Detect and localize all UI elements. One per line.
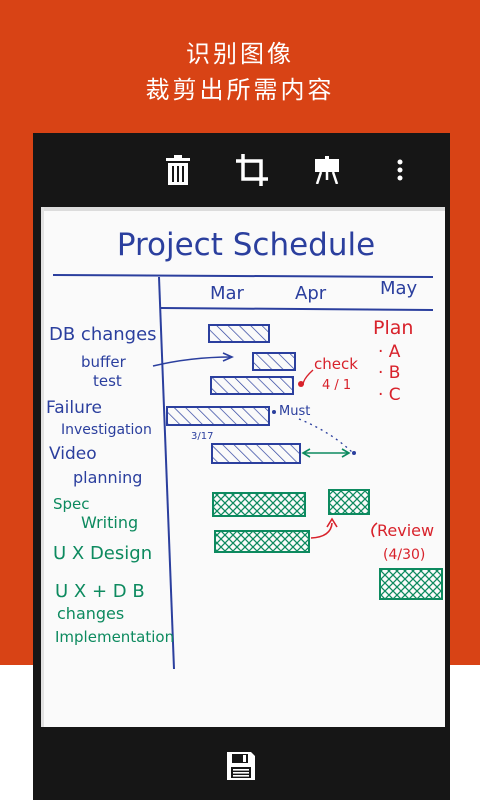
headline-line1: 识别图像: [186, 40, 294, 68]
easel-icon: [315, 156, 339, 184]
task-video: Video: [49, 444, 97, 464]
note-review: Review: [377, 521, 434, 540]
task-planning: planning: [73, 468, 142, 487]
month-may: May: [380, 278, 418, 299]
task-test: test: [93, 372, 122, 390]
bar-ux-db-implementation: [379, 568, 443, 600]
board-top-edge: [41, 207, 445, 211]
month-mar: Mar: [210, 283, 245, 304]
whiteboard-image: Project Schedule Mar Apr May DB changes …: [41, 207, 445, 727]
phone-screen: Project Schedule Mar Apr May DB changes …: [33, 133, 450, 800]
note-review-date: (4/30): [383, 547, 425, 563]
more-vert-icon: [397, 159, 403, 181]
save-icon: [227, 752, 255, 780]
month-apr: Apr: [295, 283, 327, 304]
task-buffer: buffer: [81, 353, 127, 371]
plan-item-c: · C: [378, 385, 401, 405]
bar-spec-writing: [212, 492, 306, 517]
task-db-changes: DB changes: [49, 324, 157, 345]
task-writing: Writing: [81, 513, 138, 532]
task-spec: Spec: [53, 495, 90, 513]
task-ux-design: U X Design: [53, 543, 152, 564]
bottom-bar: [33, 727, 450, 800]
headline-line2: 裁剪出所需内容: [145, 76, 335, 104]
bar-spec-review: [328, 489, 370, 515]
note-check-date: 4 / 1: [322, 378, 351, 393]
task-changes: changes: [57, 604, 124, 623]
bar-ux-design: [214, 530, 310, 553]
whiteboard-drawing: Project Schedule Mar Apr May DB changes …: [41, 207, 445, 727]
note-3-17: 3/17: [191, 431, 213, 442]
crop-button[interactable]: [230, 147, 274, 193]
whiteboard-mode-button[interactable]: [305, 147, 349, 193]
buffer-arrow: [152, 356, 232, 367]
task-failure: Failure: [46, 398, 102, 418]
bar-buffer: [252, 352, 296, 371]
bar-failure-investigation: [166, 406, 270, 426]
more-options-button[interactable]: [378, 147, 422, 193]
board-title: Project Schedule: [117, 227, 375, 263]
plan-item-a: · A: [378, 342, 401, 362]
save-button[interactable]: [218, 743, 264, 789]
task-column-divider: [158, 276, 175, 670]
delete-button[interactable]: [156, 147, 200, 193]
bar-test: [210, 376, 294, 395]
trash-icon: [166, 155, 190, 185]
header-rule-bottom: [160, 307, 434, 311]
note-must: Must: [279, 404, 310, 419]
crop-icon: [236, 154, 268, 186]
task-implementation: Implementation: [55, 628, 174, 646]
header-rule-top: [52, 274, 434, 278]
note-check: check: [314, 355, 358, 373]
bar-db-changes: [208, 324, 270, 343]
task-ux-db: U X + D B: [55, 581, 145, 602]
board-left-edge: [41, 207, 44, 727]
must-dotted-line: [298, 418, 354, 454]
plan-item-b: · B: [378, 363, 400, 383]
task-investigation: Investigation: [61, 422, 152, 438]
bar-video-planning: [211, 443, 301, 464]
toolbar: [33, 133, 450, 207]
plan-title: Plan: [373, 317, 413, 339]
